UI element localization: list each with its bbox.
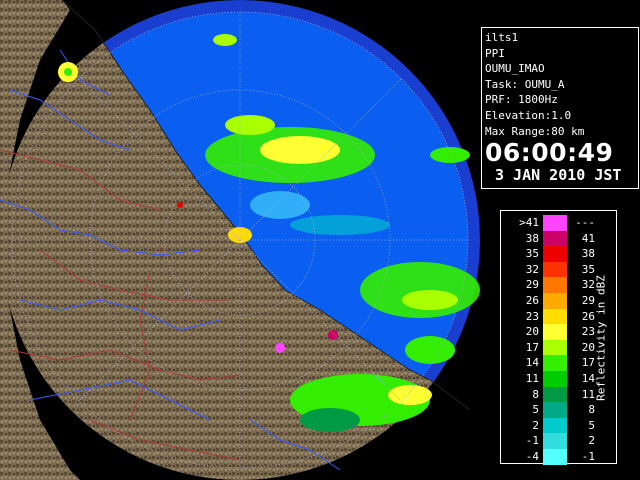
legend-lower-bound: >41 xyxy=(519,216,539,229)
legend-row: 25 xyxy=(501,417,616,434)
legend-lower-bound: 38 xyxy=(525,231,539,245)
legend-color-swatch xyxy=(543,246,567,262)
legend-row: -4 -1 xyxy=(501,449,616,465)
observation-date: 3 JAN 2010 JST xyxy=(495,166,622,185)
max-range-value: Max Range:80 km xyxy=(485,124,585,138)
legend-row: 38 41 xyxy=(501,230,616,247)
legend-upper-bound: 8 xyxy=(588,403,595,417)
legend-upper-bound: 11 xyxy=(581,387,595,401)
legend-lower-bound: -1 xyxy=(525,434,539,448)
legend-upper-bound: 26 xyxy=(581,309,595,323)
legend-lower-bound: 26 xyxy=(525,294,539,307)
legend-upper-bound: 32 xyxy=(581,278,595,292)
prf-value: PRF: 1800Hz xyxy=(485,93,558,107)
legend-row: >41 --- xyxy=(501,215,616,231)
legend-upper-bound: -1 xyxy=(581,450,595,463)
legend-color-swatch xyxy=(543,293,567,309)
legend-row: -1 2 xyxy=(501,433,616,449)
legend-color-swatch xyxy=(543,417,567,434)
radar-display: ilts1 PPI OUMU_IMAO Task: OUMU_A PRF: 18… xyxy=(0,0,640,480)
radar-name: ilts1 xyxy=(485,31,519,44)
product-type: PPI xyxy=(485,46,505,60)
legend-color-swatch xyxy=(543,449,567,465)
legend-lower-bound: 5 xyxy=(532,403,539,417)
legend-color-swatch xyxy=(543,277,567,293)
observation-time: 06:00:49 xyxy=(485,138,614,168)
legend-lower-bound: 29 xyxy=(525,278,539,292)
legend-lower-bound: 32 xyxy=(525,262,539,276)
legend-title: Reflectivity in dBZ xyxy=(594,275,608,401)
legend-color-swatch xyxy=(543,261,567,278)
legend-color-swatch xyxy=(543,308,567,325)
legend-upper-bound: 23 xyxy=(581,325,595,339)
legend-color-swatch xyxy=(543,371,567,387)
legend-upper-bound: 38 xyxy=(581,247,595,261)
legend-color-swatch xyxy=(543,215,567,231)
radar-info-panel: ilts1 PPI OUMU_IMAO Task: OUMU_A PRF: 18… xyxy=(481,27,639,189)
site-name: OUMU_IMAO xyxy=(485,62,545,76)
legend-color-swatch xyxy=(543,230,567,247)
legend-lower-bound: 17 xyxy=(525,340,539,354)
task-name: Task: OUMU_A xyxy=(485,77,565,91)
legend-upper-bound: --- xyxy=(575,216,595,229)
legend-lower-bound: 20 xyxy=(525,325,539,339)
legend-lower-bound: 14 xyxy=(525,356,539,370)
legend-lower-bound: 8 xyxy=(532,387,539,401)
legend-color-swatch xyxy=(543,402,567,418)
legend-upper-bound: 17 xyxy=(581,356,595,370)
legend-upper-bound: 2 xyxy=(588,434,595,448)
legend-color-swatch xyxy=(543,433,567,449)
legend-upper-bound: 29 xyxy=(581,294,595,307)
legend-lower-bound: -4 xyxy=(525,450,539,463)
legend-upper-bound: 35 xyxy=(581,262,595,276)
legend-lower-bound: 2 xyxy=(532,418,539,432)
reflectivity-legend: >41 --- 38 41 35 38 32 35 29 32 26 29 23 26 20 23 17 20 14… xyxy=(500,210,617,465)
legend-row: 58 xyxy=(501,402,616,418)
legend-color-swatch xyxy=(543,339,567,356)
legend-lower-bound: 35 xyxy=(525,247,539,261)
radar-ppi-map xyxy=(0,0,480,480)
legend-color-swatch xyxy=(543,355,567,371)
legend-upper-bound: 14 xyxy=(581,372,595,385)
elevation-value: Elevation:1.0 xyxy=(485,108,572,122)
legend-lower-bound: 11 xyxy=(525,372,539,385)
legend-color-swatch xyxy=(543,324,567,340)
legend-upper-bound: 20 xyxy=(581,340,595,354)
legend-lower-bound: 23 xyxy=(525,309,539,323)
legend-color-swatch xyxy=(543,386,567,403)
legend-upper-bound: 41 xyxy=(581,231,595,245)
legend-upper-bound: 5 xyxy=(588,418,595,432)
legend-row: 35 38 xyxy=(501,246,616,262)
